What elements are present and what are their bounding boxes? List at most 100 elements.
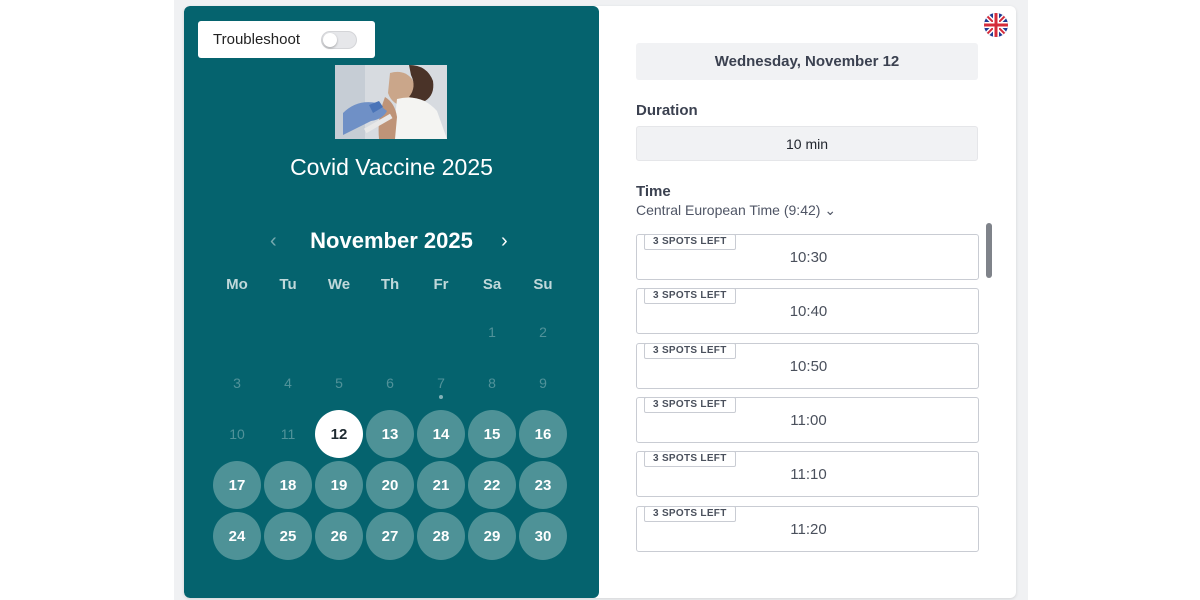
- weekday-su: Su: [533, 276, 553, 293]
- weekday-sa: Sa: [482, 276, 502, 293]
- calendar-day-27[interactable]: 27: [366, 512, 414, 560]
- calendar-day-28[interactable]: 28: [417, 512, 465, 560]
- calendar-day-label: 27: [381, 527, 399, 545]
- slot-time: 10:40: [789, 303, 828, 321]
- time-slot[interactable]: 3 SPOTS LEFT 11:00: [636, 396, 979, 443]
- time-slot-list[interactable]: 3 SPOTS LEFT 10:30 3 SPOTS LEFT 10:40 3 SPOT…: [636, 228, 980, 558]
- calendar-day-17[interactable]: 17: [213, 461, 261, 509]
- today-indicator: [439, 395, 443, 399]
- chevron-right-icon[interactable]: ›: [501, 230, 508, 252]
- calendar-day-8: 8: [468, 359, 516, 407]
- calendar-day-label: 26: [330, 527, 348, 545]
- calendar-day-label: 30: [534, 527, 552, 545]
- time-slot[interactable]: 3 SPOTS LEFT 11:20: [636, 505, 979, 552]
- time-slot[interactable]: 3 SPOTS LEFT 10:40: [636, 288, 979, 335]
- calendar-day-label: 16: [534, 425, 552, 443]
- spots-left-badge: 3 SPOTS LEFT: [644, 342, 736, 359]
- calendar-day-12[interactable]: 12: [315, 410, 363, 458]
- slots-scrollbar[interactable]: [986, 223, 992, 278]
- calendar-day-9: 9: [519, 359, 567, 407]
- calendar-day-3: 3: [213, 359, 261, 407]
- calendar-day-label: 19: [330, 476, 348, 494]
- toggle-knob: [323, 33, 337, 47]
- calendar-day-label: 14: [432, 425, 450, 443]
- calendar-day-4: 4: [264, 359, 312, 407]
- troubleshoot-toggle[interactable]: [321, 31, 357, 49]
- calendar-day-2: 2: [519, 308, 567, 356]
- calendar-day-5: 5: [315, 359, 363, 407]
- selected-date: Wednesday, November 12: [636, 43, 978, 80]
- calendar-day-label: 24: [228, 527, 246, 545]
- spots-left-badge: 3 SPOTS LEFT: [644, 234, 736, 250]
- calendar-day-15[interactable]: 15: [468, 410, 516, 458]
- calendar-day-19[interactable]: 19: [315, 461, 363, 509]
- duration-label: Duration: [636, 102, 698, 119]
- calendar-day-13[interactable]: 13: [366, 410, 414, 458]
- calendar-day-label: 15: [483, 425, 501, 443]
- slot-time: 10:30: [789, 249, 828, 266]
- booking-widget: Troubleshoot Covid Vaccine 2025 November…: [184, 6, 1016, 598]
- calendar-day-11: 11: [264, 410, 312, 458]
- chevron-left-icon[interactable]: ‹: [270, 230, 277, 252]
- calendar-day-label: 12: [330, 425, 348, 443]
- spots-left-badge: 3 SPOTS LEFT: [644, 451, 736, 468]
- calendar-day-label: 13: [381, 425, 399, 443]
- troubleshoot-label: Troubleshoot: [213, 31, 300, 48]
- weekday-we: We: [327, 276, 351, 293]
- uk-flag-icon[interactable]: [984, 13, 1008, 37]
- calendar-day-label: 11: [280, 426, 296, 442]
- weekday-tu: Tu: [279, 276, 297, 293]
- troubleshoot-box: Troubleshoot: [198, 21, 375, 58]
- calendar-day-label: 18: [279, 476, 297, 494]
- calendar-day-label: 10: [229, 426, 245, 442]
- calendar-day-label: 23: [534, 476, 552, 494]
- calendar-day-20[interactable]: 20: [366, 461, 414, 509]
- calendar-day-7: 7: [417, 359, 465, 407]
- calendar-day-24[interactable]: 24: [213, 512, 261, 560]
- spots-left-badge: 3 SPOTS LEFT: [644, 288, 736, 305]
- calendar-day-label: 3: [233, 375, 241, 391]
- duration-select[interactable]: 10 min: [636, 126, 978, 161]
- calendar-day-29[interactable]: 29: [468, 512, 516, 560]
- calendar-day-10: 10: [213, 410, 261, 458]
- calendar-day-1: 1: [468, 308, 516, 356]
- slot-time: 10:50: [789, 357, 828, 375]
- spots-left-badge: 3 SPOTS LEFT: [644, 396, 736, 413]
- calendar-day-21[interactable]: 21: [417, 461, 465, 509]
- calendar-day-30[interactable]: 30: [519, 512, 567, 560]
- weekday-th: Th: [380, 276, 400, 293]
- month-label: November 2025: [310, 228, 473, 253]
- calendar-day-25[interactable]: 25: [264, 512, 312, 560]
- calendar-day-label: 22: [483, 476, 501, 494]
- calendar-day-26[interactable]: 26: [315, 512, 363, 560]
- slot-time: 11:10: [790, 466, 827, 484]
- weekday-mo: Mo: [226, 276, 248, 293]
- calendar-day-6: 6: [366, 359, 414, 407]
- slot-time: 11:00: [790, 411, 827, 429]
- calendar-day-22[interactable]: 22: [468, 461, 516, 509]
- calendar-day-label: 9: [539, 375, 547, 391]
- month-navigation: November 2025 ‹ ›: [184, 228, 599, 258]
- time-slot[interactable]: 3 SPOTS LEFT 11:10: [636, 451, 979, 498]
- spots-left-badge: 3 SPOTS LEFT: [644, 505, 736, 522]
- calendar-day-label: 2: [539, 324, 547, 340]
- event-photo: [335, 65, 447, 139]
- slot-time: 11:20: [790, 520, 827, 538]
- time-slot[interactable]: 3 SPOTS LEFT 10:30: [636, 234, 979, 280]
- calendar-day-label: 17: [228, 476, 246, 494]
- calendar-day-18[interactable]: 18: [264, 461, 312, 509]
- time-slot[interactable]: 3 SPOTS LEFT 10:50: [636, 342, 979, 389]
- calendar-day-label: 7: [437, 375, 445, 391]
- time-label: Time: [636, 183, 671, 200]
- calendar-day-23[interactable]: 23: [519, 461, 567, 509]
- calendar-day-label: 20: [381, 476, 399, 494]
- calendar-day-16[interactable]: 16: [519, 410, 567, 458]
- calendar-day-label: 4: [284, 375, 292, 391]
- calendar-day-label: 1: [488, 324, 496, 340]
- calendar-day-label: 28: [432, 527, 450, 545]
- timezone-dropdown[interactable]: Central European Time (9:42) ⌄: [636, 202, 836, 219]
- calendar-day-14[interactable]: 14: [417, 410, 465, 458]
- calendar-day-label: 29: [483, 527, 501, 545]
- event-title: Covid Vaccine 2025: [290, 154, 493, 180]
- calendar-day-label: 21: [432, 476, 450, 494]
